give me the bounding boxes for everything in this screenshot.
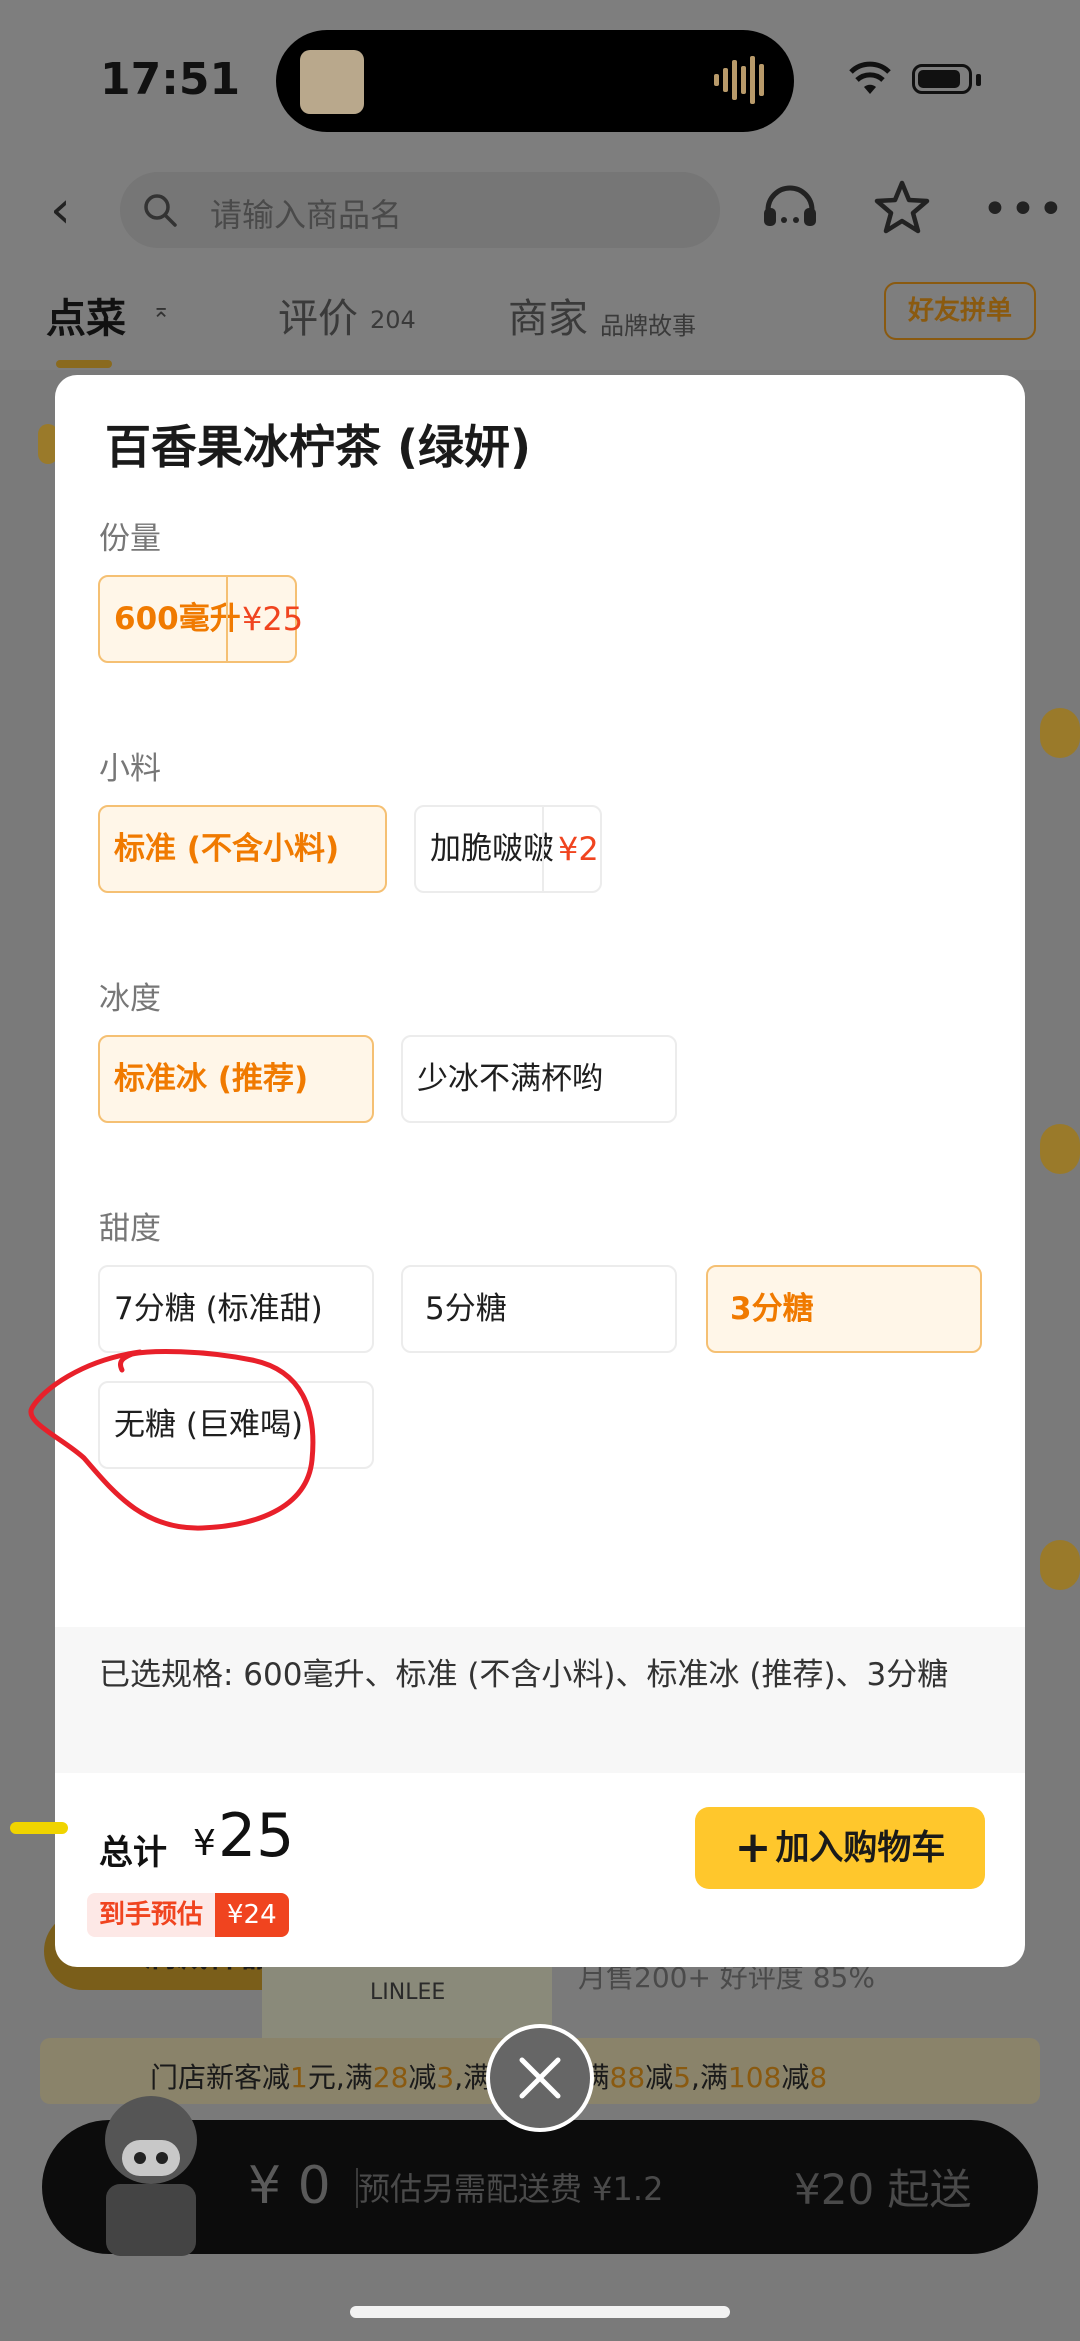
total-label: 总计 [99,1833,167,1873]
tab-merchant[interactable]: 商家 [508,286,588,344]
side-add-button[interactable] [1040,708,1080,758]
search-placeholder: 请输入商品名 [210,196,403,234]
option-label: 少冰不满杯哟 [417,1061,603,1097]
delivery-fee: 预估另需配送费 ¥1.2 [358,2170,664,2208]
toppings-section-label: 小料 [99,751,161,787]
discount-number: 28 [372,2061,409,2094]
discount-number: 3 [436,2061,455,2094]
option-label: 加脆啵啵 [430,831,554,867]
tab-order-caret-icon: ⌅ [152,298,171,323]
annotation-circle [28,1349,316,1531]
discount-segment: 减 [645,2061,674,2094]
option-label: 7分糖 (标准甜) [114,1291,323,1327]
add-to-cart-button[interactable]: + 加入购物车 [695,1807,985,1889]
product-title: 百香果冰柠茶 (绿妍) [105,420,532,474]
tab-merchant-sub: 品牌故事 [600,312,696,340]
search-icon [144,194,177,227]
discount-segment: 减 [781,2061,810,2094]
option-divider [542,807,544,891]
ice-section-label: 冰度 [99,981,161,1017]
discount-segment: ,满 [691,2061,728,2094]
discount-number: 8 [809,2061,828,2094]
discount-segment: 减 [408,2061,437,2094]
plus-icon: + [734,1822,772,1873]
option-price: ¥25 [242,600,304,638]
side-add-button[interactable] [1040,1540,1080,1590]
minimum-order: ¥20 起送 [794,2165,972,2214]
promo-image-text: LINLEE [370,1980,446,2005]
mascot-icon [105,2096,197,2256]
back-button[interactable]: ‹ [50,184,100,236]
battery-tip [976,74,981,86]
estimate-price: ¥24 [215,1893,289,1937]
estimate-label: 到手预估 [87,1893,216,1937]
option-topping-crispy-boba[interactable]: 加脆啵啵 ¥2 [414,805,602,893]
discount-number: 1 [290,2061,308,2094]
option-label: 标准冰 (推荐) [114,1061,309,1097]
option-price: ¥2 [558,830,599,868]
tab-active-indicator [56,360,112,368]
status-time: 17:51 [100,54,241,105]
home-indicator[interactable] [350,2306,730,2318]
discount-segment: 元,满 [307,2061,373,2094]
media-thumbnail [300,50,364,114]
discount-number: 88 [609,2061,646,2094]
cart-amount: ¥ 0 [248,2156,331,2216]
option-ice-less[interactable]: 少冰不满杯哟 [401,1035,677,1123]
tab-reviews-count: 204 [370,306,416,334]
option-size-600ml[interactable]: 600毫升 ¥25 [98,575,303,663]
option-label: 标准 (不含小料) [114,831,340,867]
option-sweet-30[interactable]: 3分糖 [706,1265,982,1353]
option-ice-standard[interactable]: 标准冰 (推荐) [98,1035,374,1123]
option-label: 600毫升 [114,601,241,637]
more-icon[interactable]: ••• [982,188,1066,232]
yellow-mark [10,1822,68,1834]
friend-group-order-button[interactable]: 好友拼单 [884,282,1036,340]
wifi-icon [849,61,891,94]
add-to-cart-label: 加入购物车 [775,1828,946,1868]
favorite-star-icon[interactable] [872,178,932,238]
option-topping-standard[interactable]: 标准 (不含小料) [98,805,387,893]
option-label: 5分糖 [425,1291,507,1327]
size-section-label: 份量 [99,521,161,557]
discount-number: 108 [727,2061,782,2094]
option-label: 3分糖 [730,1291,814,1327]
sweetness-section-label: 甜度 [99,1211,161,1247]
close-icon [519,2057,561,2099]
estimate-badge: 到手预估 ¥24 [87,1893,289,1937]
option-sweet-50[interactable]: 5分糖 [401,1265,677,1353]
selected-spec-panel: 已选规格: 600毫升、标准 (不含小料)、标准冰 (推荐)、3分糖 [55,1627,1025,1773]
customer-service-icon[interactable] [760,180,820,236]
discount-number: 5 [673,2061,692,2094]
tab-reviews[interactable]: 评价 [278,286,358,344]
battery-icon [912,64,972,94]
selected-spec-text: 已选规格: 600毫升、标准 (不含小料)、标准冰 (推荐)、3分糖 [99,1657,949,1693]
tab-order[interactable]: 点菜 [46,286,126,344]
side-add-button[interactable] [1040,1124,1080,1174]
audio-waveform-icon [714,56,764,104]
product-spec-dialog: 百香果冰柠茶 (绿妍) 份量 600毫升 ¥25 小料 标准 (不含小料) 加脆… [55,375,1025,1967]
option-divider [226,577,228,661]
total-price: 25 [218,1801,295,1871]
total-currency: ¥ [193,1823,216,1864]
close-dialog-button[interactable] [486,2024,594,2132]
